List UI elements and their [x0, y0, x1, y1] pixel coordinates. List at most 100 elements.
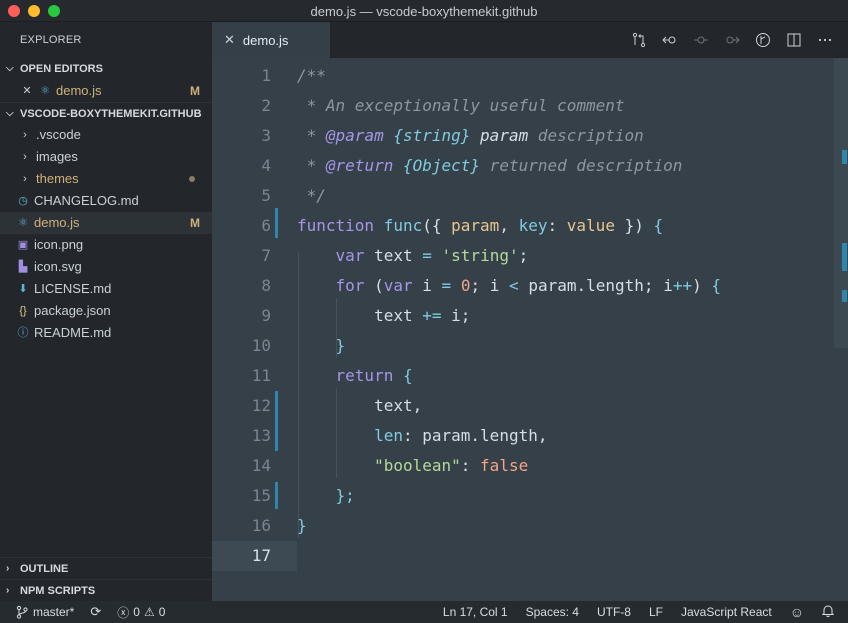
chevron-down-icon: ⌵ [6, 107, 14, 119]
npm-scripts-section[interactable]: › NPM SCRIPTS [0, 579, 212, 601]
chevron-right-icon: › [23, 173, 27, 185]
clock-icon: ◷ [18, 195, 28, 207]
tree-item-label: .vscode [36, 127, 81, 142]
tree-item-images[interactable]: › images [0, 146, 212, 168]
chevron-down-icon: ⌵ [6, 63, 14, 74]
code-line: 14 "boolean": false [212, 451, 848, 481]
code-line: 7 var text = 'string'; [212, 241, 848, 271]
code-line: 3 * @param {string} param description [212, 121, 848, 151]
line-number: 7 [261, 246, 271, 265]
warning-icon: ⚠ [143, 605, 155, 619]
tree-item-changelog[interactable]: ◷ CHANGELOG.md [0, 190, 212, 212]
status-bar: master* ⟳ ⓧ 0 ⚠ 0 Ln 17, Col 1 Spaces: 4… [0, 601, 848, 623]
tab-demo-js[interactable]: ✕ demo.js [212, 22, 330, 58]
commit-icon[interactable] [692, 31, 710, 49]
line-number: 15 [251, 486, 271, 505]
line-number: 5 [261, 186, 271, 205]
error-icon: ⓧ [117, 605, 130, 620]
scrollbar-thumb[interactable] [834, 58, 848, 348]
indentation[interactable]: Spaces: 4 [526, 605, 579, 619]
chevron-right-icon: › [6, 584, 10, 596]
code-line-current: 17 [212, 541, 848, 571]
git-lens-icon[interactable] [754, 31, 772, 49]
git-branch-icon [16, 605, 28, 619]
license-icon: ⬇ [18, 283, 28, 295]
error-count: 0 [133, 605, 140, 619]
tree-item-readme[interactable]: ⓘ README.md [0, 322, 212, 344]
end-of-line[interactable]: LF [649, 605, 663, 619]
code-editor[interactable]: 1 /** 2 * An exceptionally useful commen… [212, 58, 848, 601]
code-line: 1 /** [212, 61, 848, 91]
image-icon: ▣ [17, 239, 29, 251]
tree-item-label: images [36, 149, 78, 164]
line-number: 8 [261, 276, 271, 295]
tree-item-license[interactable]: ⬇ LICENSE.md [0, 278, 212, 300]
tree-item-themes[interactable]: › themes [0, 168, 212, 190]
tree-item-label: package.json [34, 303, 111, 318]
react-icon: ⚛ [18, 217, 28, 229]
code-line: 6 function func({ param, key: value }) { [212, 211, 848, 241]
line-number: 11 [251, 366, 271, 385]
cursor-position[interactable]: Ln 17, Col 1 [443, 605, 508, 619]
more-actions-icon[interactable] [816, 31, 834, 49]
code-line: 8 for (var i = 0; i < param.length; i++)… [212, 271, 848, 301]
line-number: 14 [251, 456, 271, 475]
problems-indicator[interactable]: ⓧ 0 ⚠ 0 [117, 604, 165, 621]
code-line: 12 text, [212, 391, 848, 421]
feedback-smiley-icon[interactable]: ☺ [790, 604, 804, 620]
outline-section[interactable]: › OUTLINE [0, 557, 212, 579]
next-change-icon[interactable] [723, 31, 741, 49]
open-changes-icon[interactable] [630, 31, 648, 49]
language-mode[interactable]: JavaScript React [681, 605, 772, 619]
sync-icon[interactable]: ⟳ [90, 604, 101, 620]
code-line: 10 } [212, 331, 848, 361]
project-folder-title: VSCODE-BOXYTHEMEKIT.GITHUB [20, 107, 202, 120]
close-icon[interactable]: ✕ [20, 80, 34, 102]
tree-item-label: README.md [34, 325, 112, 340]
open-editor-item[interactable]: ✕ ⚛ demo.js M [0, 80, 212, 102]
info-icon: ⓘ [17, 327, 29, 339]
tree-item-demo-js[interactable]: ⚛ demo.js M [0, 212, 212, 234]
tree-item-label: demo.js [34, 215, 80, 230]
open-editors-section[interactable]: ⌵ OPEN EDITORS [0, 58, 212, 80]
close-icon[interactable]: ✕ [224, 32, 235, 48]
line-number: 12 [251, 396, 271, 415]
tree-item-label: icon.png [34, 237, 84, 252]
line-number: 10 [251, 336, 271, 355]
editor-actions [630, 22, 834, 58]
npm-scripts-title: NPM SCRIPTS [20, 584, 96, 597]
tree-item-icon-png[interactable]: ▣ icon.png [0, 234, 212, 256]
line-number: 2 [261, 96, 271, 115]
code-line: 9 text += i; [212, 301, 848, 331]
explorer-sidebar: EXPLORER ⌵ OPEN EDITORS ✕ ⚛ demo.js M ⌵ … [0, 22, 212, 601]
chevron-right-icon: › [6, 562, 10, 574]
code-line: 13 len: param.length, [212, 421, 848, 451]
code-line: 11 return { [212, 361, 848, 391]
overview-ruler-mark [842, 290, 847, 302]
tree-item-package-json[interactable]: {} package.json [0, 300, 212, 322]
project-folder-section[interactable]: ⌵ VSCODE-BOXYTHEMEKIT.GITHUB [0, 102, 212, 124]
line-number: 17 [251, 546, 271, 565]
editor-scrollbar[interactable] [834, 58, 848, 601]
code-line: 15 }; [212, 481, 848, 511]
branch-indicator[interactable]: master* [16, 605, 74, 619]
svg-icon: ▙ [18, 261, 28, 273]
branch-name: master* [33, 605, 75, 619]
tree-item-label: icon.svg [34, 259, 82, 274]
split-editor-icon[interactable] [785, 31, 803, 49]
tree-item-icon-svg[interactable]: ▙ icon.svg [0, 256, 212, 278]
line-number: 1 [261, 66, 271, 85]
modified-badge: M [190, 216, 200, 230]
encoding[interactable]: UTF-8 [597, 605, 631, 619]
chevron-right-icon: › [23, 129, 27, 141]
open-editor-label: demo.js [56, 83, 102, 98]
chevron-right-icon: › [23, 151, 27, 163]
tree-item-vscode[interactable]: › .vscode [0, 124, 212, 146]
code-line: 2 * An exceptionally useful comment [212, 91, 848, 121]
tree-item-label: CHANGELOG.md [34, 193, 139, 208]
code-line: 5 */ [212, 181, 848, 211]
line-number: 13 [251, 426, 271, 445]
line-number: 3 [261, 126, 271, 145]
previous-change-icon[interactable] [661, 31, 679, 49]
notifications-bell-icon[interactable] [821, 604, 835, 620]
